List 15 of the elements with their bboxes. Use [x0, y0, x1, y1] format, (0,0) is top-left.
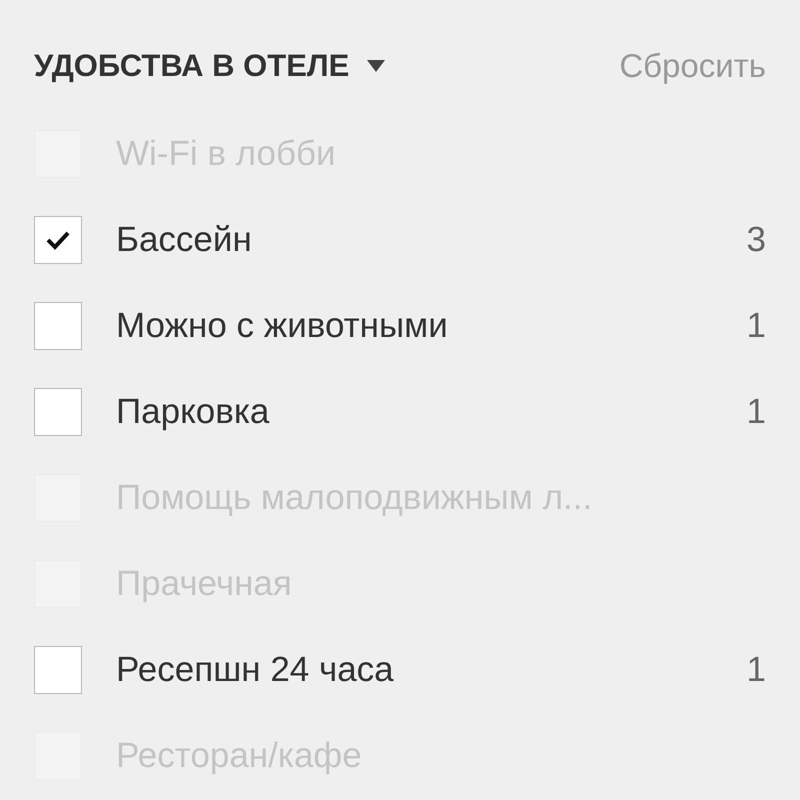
option-count: 1 [746, 304, 766, 347]
option-label: Бассейн [116, 218, 252, 261]
checkbox[interactable] [34, 216, 82, 264]
checkbox[interactable] [34, 388, 82, 436]
option-count: 1 [746, 648, 766, 691]
option-label: Парковка [116, 390, 270, 433]
option-label: Можно с животными [116, 304, 448, 347]
option-count: 1 [746, 390, 766, 433]
caret-icon[interactable] [367, 60, 386, 72]
checkmark-icon [45, 230, 71, 250]
section-title[interactable]: УДОБСТВА В ОТЕЛЕ [34, 42, 350, 90]
option-label: Ресепшн 24 часа [116, 648, 394, 691]
checkbox[interactable] [34, 646, 82, 694]
checkbox[interactable] [34, 302, 82, 350]
option-count: 3 [746, 218, 766, 261]
